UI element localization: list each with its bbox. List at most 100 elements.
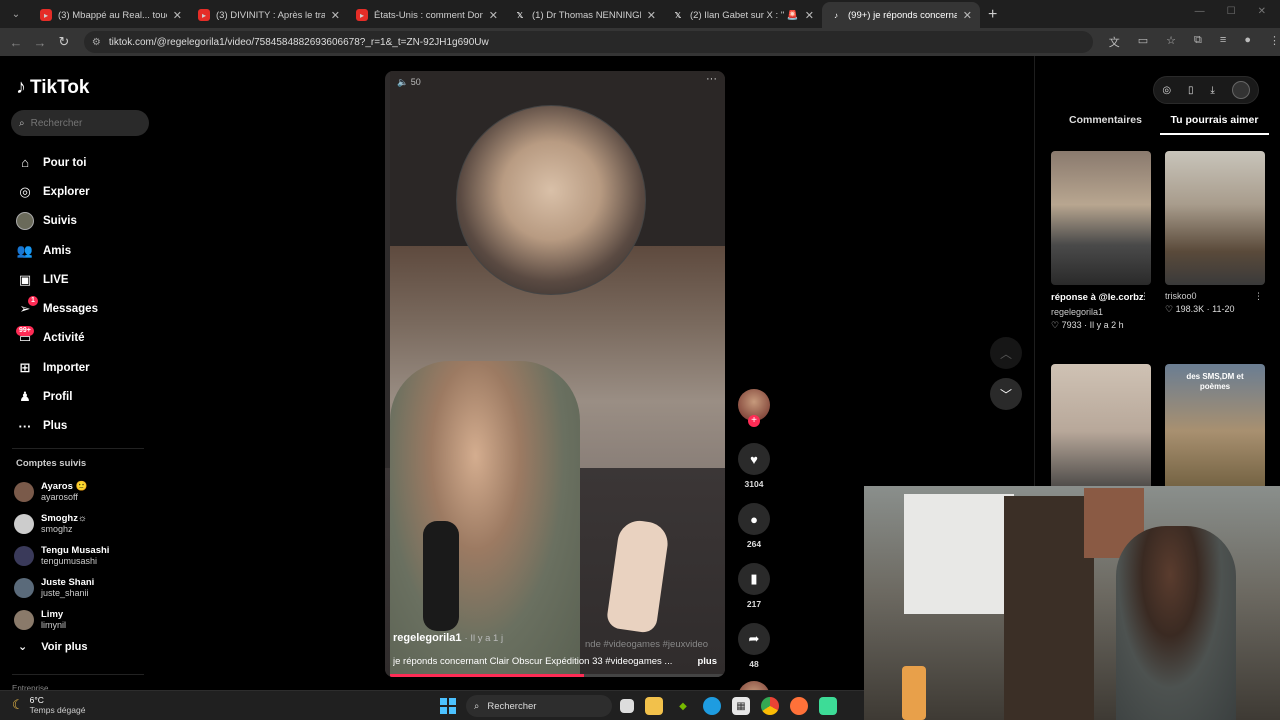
nav-item-explore[interactable]: ◎ Explorer [16,177,156,206]
taskbar-search[interactable]: ⌕ Rechercher [466,695,612,717]
plus-square-icon: ⊞ [19,359,31,375]
site-info-icon[interactable]: ⚙ [92,37,101,48]
followed-account[interactable]: Ayaros 🙂 ayarosoff [14,476,154,508]
avatar-icon [16,212,34,231]
follow-plus-icon[interactable]: + [748,415,760,427]
new-tab-button[interactable]: + [988,6,997,24]
close-tab-icon[interactable]: ✕ [331,9,340,22]
nav-item-live[interactable]: ▣ LIVE [16,265,156,294]
tab-you-may-like[interactable]: Tu pourrais aimer [1160,114,1269,135]
maximize-icon[interactable]: ☐ [1227,6,1236,17]
video-more-icon[interactable]: ··· [706,73,717,85]
translate-icon[interactable]: 文 [1109,34,1120,50]
video-thumbnail [1165,151,1265,285]
more-icon: ··· [18,418,32,434]
followed-account[interactable]: Tengu Musashi tengumusashi [14,540,154,572]
search-input[interactable] [30,117,131,129]
live-icon: ▣ [18,271,32,287]
suggested-video-card[interactable]: ⋮ triskoo0 ♡ 198.3K · 11-20 [1165,151,1265,315]
browser-tab-active[interactable]: ♪ (99+) je réponds concernant Cl ✕ [822,2,980,28]
x-logo-icon: 𝕏 [516,10,524,20]
like-button[interactable]: ♥ 3104 [736,443,772,489]
suggested-video-card[interactable]: ⋮ réponse à @le.corbz regelegorila1 ♡ 79… [1051,151,1151,331]
followed-account[interactable]: Smoghz☼ smoghz [14,508,154,540]
see-more-button[interactable]: ⌄ Voir plus [18,640,87,654]
phone-icon[interactable]: ▯ [1188,85,1194,96]
video-player[interactable]: 🔈 50 ··· nde #videogames #jeuxvideo rege… [385,71,725,677]
close-tab-icon[interactable]: ✕ [805,9,814,22]
activity-badge: 99+ [16,325,34,336]
back-icon[interactable]: ← [4,35,28,50]
task-view-icon[interactable] [620,699,634,713]
nav-item-upload[interactable]: ⊞ Importer [16,353,156,382]
x-logo-icon: 𝕏 [674,10,682,20]
previous-video-button[interactable]: ︿ [990,337,1022,369]
search-bar[interactable]: ⌕ [11,110,149,136]
followed-accounts-heading: Comptes suivis [16,458,87,469]
browser-tab[interactable]: 𝕏 (2) Ilan Gabet sur X : " 🚨 ALERT ✕ [664,2,822,28]
card-more-icon[interactable]: ⋮ [1140,291,1149,302]
edge-icon[interactable] [703,697,721,715]
followed-account[interactable]: Juste Shani juste_shanii [14,572,154,604]
app-icon[interactable] [819,697,837,715]
profile-icon: ♟ [19,389,31,405]
nav-item-messages[interactable]: ➢ 1 Messages [16,294,156,323]
nav-item-more[interactable]: ··· Plus [16,412,156,441]
tiktok-logo[interactable]: ♪ TikTok [16,76,89,99]
profile-icon[interactable]: ● [1244,34,1251,50]
caption-more-button[interactable]: plus [697,656,717,667]
close-tab-icon[interactable]: ✕ [489,9,498,22]
video-author[interactable]: regelegorila1 · Il y a 1 j [393,632,503,644]
video-thumbnail [1051,364,1151,498]
card-more-icon[interactable]: ⋮ [1254,291,1263,302]
close-tab-icon[interactable]: ✕ [173,9,182,22]
download-icon[interactable]: ⤓ [1210,85,1214,96]
compass-icon[interactable]: ◎ [1162,85,1171,96]
media-controls-icon[interactable]: ≡ [1220,34,1226,50]
close-tab-icon[interactable]: ✕ [963,9,972,22]
start-button[interactable] [440,698,456,714]
comment-button[interactable]: ● 264 [736,503,772,549]
next-video-button[interactable]: ﹀ [990,378,1022,410]
reload-icon[interactable]: ↻ [52,34,76,50]
close-tab-icon[interactable]: ✕ [647,9,656,22]
extensions-icon[interactable]: ⧉ [1194,34,1202,50]
share-button[interactable]: ➦ 48 [736,623,772,669]
nav-label: LIVE [43,273,69,286]
browser-menu-icon[interactable]: ⋮ [1269,34,1280,50]
url-field[interactable]: ⚙ tiktok.com/@regelegorila1/video/758458… [83,31,1093,53]
store-icon[interactable]: ▦ [732,697,750,715]
weather-widget[interactable]: ☾ 6°C Temps dégagé [12,695,85,715]
tiktok-icon: ♪ [834,10,838,20]
volume-control[interactable]: 🔈 50 [397,77,421,88]
video-time: · Il y a 1 j [464,633,504,644]
nav-item-profile[interactable]: ♟ Profil [16,382,156,411]
chrome-icon[interactable] [761,697,779,715]
close-window-icon[interactable]: ✕ [1258,6,1266,17]
browser-tab[interactable]: 𝕏 (1) Dr Thomas NENNINGER sur ✕ [506,2,664,28]
browser-tab[interactable]: ▸ (3) Mbappé au Real... touché p ✕ [32,2,190,28]
creator-avatar[interactable]: + [738,389,770,427]
browser-tab[interactable]: ▸ États-Unis : comment Donald T ✕ [348,2,506,28]
followed-account[interactable]: Limy limynil [14,604,154,636]
bookmark-star-icon[interactable]: ☆ [1166,34,1176,50]
save-button[interactable]: ▮ 217 [736,563,772,609]
cast-icon[interactable]: ▭ [1138,34,1148,50]
file-explorer-icon[interactable] [645,697,663,715]
account-name: Ayaros 🙂 [41,481,88,492]
tab-search-icon[interactable]: ⌄ [4,2,28,26]
forward-icon[interactable]: → [28,35,52,50]
firefox-icon[interactable] [790,697,808,715]
nav-item-activity[interactable]: ▭ 99+ Activité [16,324,156,353]
video-progress-bar[interactable] [390,674,725,677]
nav-item-friends[interactable]: 👥 Amis [16,236,156,265]
user-avatar[interactable] [1231,81,1250,99]
tab-comments[interactable]: Commentaires [1051,114,1160,135]
browser-tab[interactable]: ▸ (3) DIVINITY : Après le trailer, L ✕ [190,2,348,28]
nav-item-for-you[interactable]: ⌂ Pour toi [16,148,156,177]
suggested-video-card[interactable] [1051,364,1151,498]
nav-item-following[interactable]: Suivis [16,207,156,236]
minimize-icon[interactable]: — [1195,6,1205,17]
suggested-video-card[interactable]: des SMS,DM et poèmes [1165,364,1265,498]
nvidia-icon[interactable]: ◆ [674,697,692,715]
